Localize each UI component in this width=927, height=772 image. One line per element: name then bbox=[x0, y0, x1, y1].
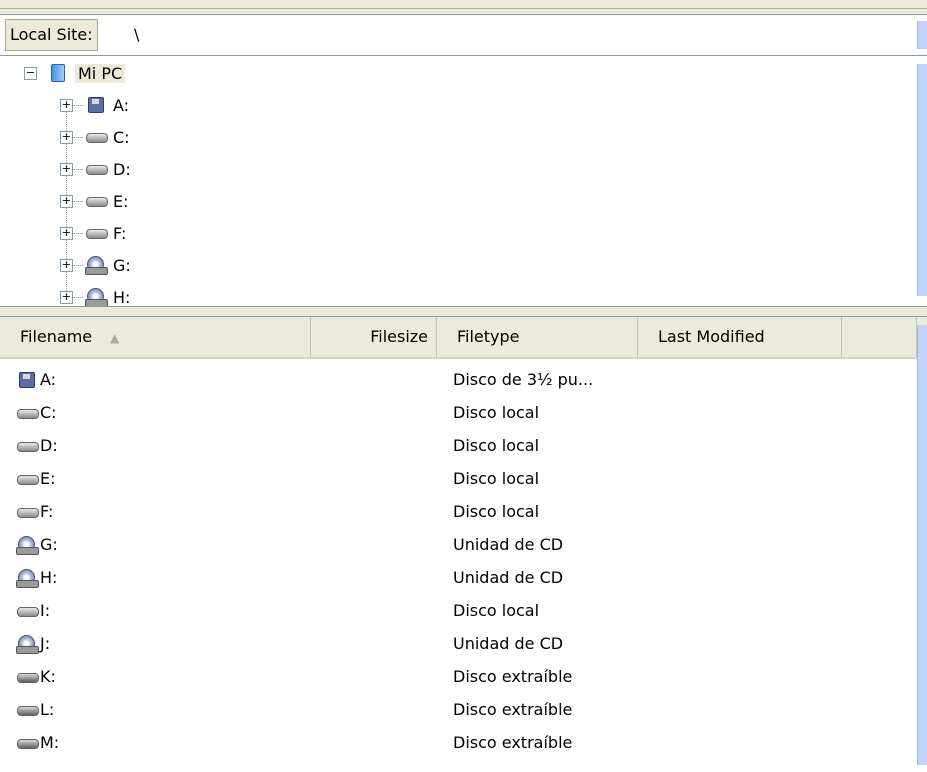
hard-drive-icon bbox=[16, 437, 39, 455]
file-name: I: bbox=[40, 601, 51, 620]
tree-node-mi-pc[interactable]: − Mi PC bbox=[24, 58, 126, 88]
file-name: D: bbox=[40, 436, 58, 455]
expand-icon[interactable]: + bbox=[60, 162, 73, 176]
file-type: Disco local bbox=[453, 436, 540, 455]
tree-node-label[interactable]: C: bbox=[113, 128, 130, 147]
expand-icon[interactable]: + bbox=[60, 194, 73, 208]
sort-ascending-icon: ▲ bbox=[110, 331, 120, 345]
file-row-f[interactable]: F: Disco local bbox=[0, 495, 915, 529]
file-name: F: bbox=[40, 502, 54, 521]
tree-node-label[interactable]: D: bbox=[113, 160, 131, 179]
file-type: Disco extraíble bbox=[453, 700, 573, 719]
expand-icon[interactable]: + bbox=[60, 130, 73, 144]
file-name: E: bbox=[40, 469, 56, 488]
removable-drive-icon bbox=[16, 701, 39, 719]
tree-node-drive-g[interactable]: + G: bbox=[60, 250, 131, 280]
file-type: Disco local bbox=[453, 403, 540, 422]
expand-icon[interactable]: + bbox=[60, 98, 73, 112]
hard-drive-icon bbox=[85, 192, 108, 210]
file-row-k[interactable]: K: Disco extraíble bbox=[0, 660, 915, 694]
tree-vertical-scrollbar[interactable] bbox=[917, 64, 927, 296]
path-dropdown-button[interactable] bbox=[917, 21, 927, 49]
expand-icon[interactable]: + bbox=[60, 258, 73, 272]
cd-drive-icon bbox=[16, 569, 39, 588]
file-name: A: bbox=[40, 370, 57, 389]
file-row-e[interactable]: E: Disco local bbox=[0, 462, 915, 496]
file-type: Unidad de CD bbox=[453, 634, 564, 653]
cd-drive-icon bbox=[16, 536, 39, 555]
expand-icon[interactable]: + bbox=[60, 226, 73, 240]
file-type: Unidad de CD bbox=[453, 535, 564, 554]
column-header-empty bbox=[842, 317, 917, 357]
file-row-a[interactable]: A: Disco de 3½ pu... bbox=[0, 363, 915, 397]
tree-node-drive-a[interactable]: + A: bbox=[60, 90, 129, 120]
expand-icon[interactable]: + bbox=[60, 290, 73, 304]
tree-node-label[interactable]: Mi PC bbox=[75, 63, 126, 83]
hard-drive-icon bbox=[85, 160, 108, 178]
hard-drive-icon bbox=[16, 404, 39, 422]
floppy-drive-icon bbox=[16, 371, 38, 389]
tree-node-label[interactable]: F: bbox=[113, 224, 126, 243]
file-row-h[interactable]: H: Unidad de CD bbox=[0, 561, 915, 595]
file-type: Disco extraíble bbox=[453, 667, 573, 686]
tree-node-label[interactable]: G: bbox=[113, 256, 131, 275]
cd-drive-icon bbox=[85, 288, 108, 306]
cd-drive-icon bbox=[16, 635, 39, 654]
local-site-path-input[interactable] bbox=[132, 17, 913, 53]
file-name: K: bbox=[40, 667, 56, 686]
file-name: J: bbox=[40, 634, 51, 653]
tree-node-drive-d[interactable]: + D: bbox=[60, 154, 131, 184]
file-type: Disco local bbox=[453, 502, 540, 521]
file-type: Disco de 3½ pu... bbox=[453, 370, 594, 389]
file-row-g[interactable]: G: Unidad de CD bbox=[0, 528, 915, 562]
file-name: M: bbox=[40, 733, 60, 752]
tree-node-label[interactable]: A: bbox=[113, 96, 129, 115]
cd-drive-icon bbox=[85, 256, 108, 275]
collapse-icon[interactable]: − bbox=[24, 66, 37, 80]
removable-drive-icon bbox=[16, 668, 39, 686]
column-header-last-modified[interactable]: Last Modified bbox=[638, 317, 842, 357]
hard-drive-icon bbox=[16, 602, 39, 620]
local-site-bar: Local Site: bbox=[0, 14, 927, 56]
hard-drive-icon bbox=[16, 503, 39, 521]
file-type: Unidad de CD bbox=[453, 568, 564, 587]
column-header-filetype[interactable]: Filetype bbox=[437, 317, 638, 357]
file-row-j[interactable]: J: Unidad de CD bbox=[0, 627, 915, 661]
hard-drive-icon bbox=[16, 470, 39, 488]
file-type: Disco extraíble bbox=[453, 733, 573, 752]
file-type: Disco local bbox=[453, 601, 540, 620]
file-row-i[interactable]: I: Disco local bbox=[0, 594, 915, 628]
column-header-filename[interactable]: Filename ▲ bbox=[0, 317, 311, 357]
file-name: H: bbox=[40, 568, 58, 587]
tree-node-drive-h[interactable]: + H: bbox=[60, 282, 130, 307]
file-name: L: bbox=[40, 700, 55, 719]
local-site-label: Local Site: bbox=[5, 19, 98, 51]
file-list-vertical-scrollbar[interactable] bbox=[917, 325, 927, 765]
pane-top-edge bbox=[0, 0, 927, 9]
file-list-header: Filename ▲ Filesize Filetype Last Modifie… bbox=[0, 317, 927, 359]
column-header-label: Filename bbox=[20, 327, 93, 346]
file-name: G: bbox=[40, 535, 58, 554]
local-file-list: Filename ▲ Filesize Filetype Last Modifie… bbox=[0, 316, 927, 772]
hard-drive-icon bbox=[85, 224, 108, 242]
file-row-d[interactable]: D: Disco local bbox=[0, 429, 915, 463]
floppy-drive-icon bbox=[85, 96, 107, 114]
local-directory-tree: − Mi PC + A: + C: + D: + E: + F: + G: + … bbox=[0, 56, 927, 307]
file-name: C: bbox=[40, 403, 57, 422]
removable-drive-icon bbox=[16, 734, 39, 752]
tree-node-label[interactable]: H: bbox=[113, 288, 130, 307]
hard-drive-icon bbox=[85, 128, 108, 146]
column-header-filesize[interactable]: Filesize bbox=[311, 317, 437, 357]
tree-node-drive-e[interactable]: + E: bbox=[60, 186, 129, 216]
file-type: Disco local bbox=[453, 469, 540, 488]
file-row-m[interactable]: M: Disco extraíble bbox=[0, 726, 915, 760]
tree-node-drive-f[interactable]: + F: bbox=[60, 218, 126, 248]
tree-node-label[interactable]: E: bbox=[113, 192, 129, 211]
computer-icon bbox=[47, 64, 69, 82]
file-row-l[interactable]: L: Disco extraíble bbox=[0, 693, 915, 727]
tree-node-drive-c[interactable]: + C: bbox=[60, 122, 130, 152]
file-row-c[interactable]: C: Disco local bbox=[0, 396, 915, 430]
